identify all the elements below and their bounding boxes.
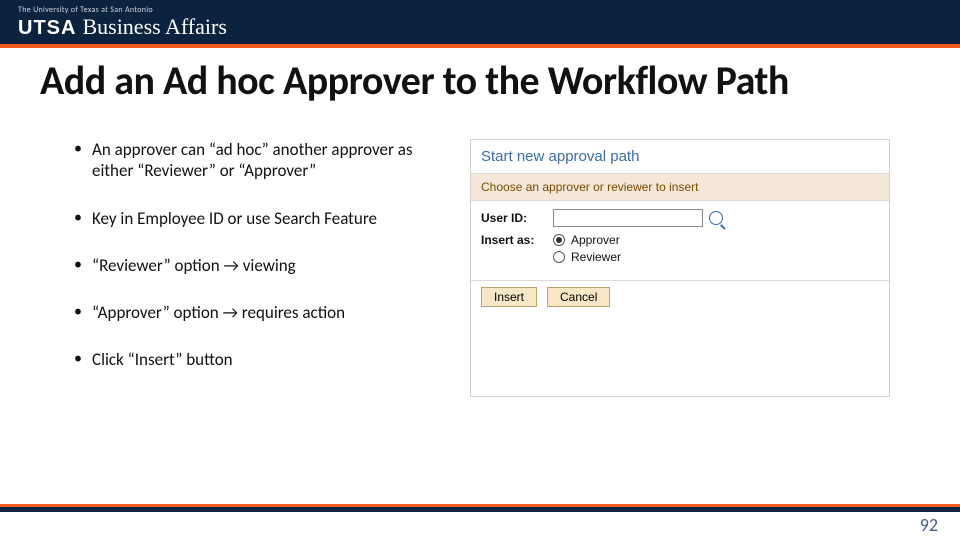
institution-name: The University of Texas at San Antonio bbox=[18, 6, 227, 14]
radio-approver[interactable]: Approver bbox=[553, 233, 621, 247]
list-item: An approver can “ad hoc” another approve… bbox=[70, 139, 450, 182]
panel-heading: Start new approval path bbox=[471, 140, 889, 174]
list-item: Click “Insert” button bbox=[70, 349, 450, 370]
page-number: 92 bbox=[920, 514, 938, 536]
slide-footer-bar bbox=[0, 504, 960, 512]
department-name: Business Affairs bbox=[82, 16, 226, 38]
panel-subheading: Choose an approver or reviewer to insert bbox=[471, 174, 889, 201]
user-id-input[interactable] bbox=[553, 209, 703, 227]
radio-label: Approver bbox=[571, 233, 620, 247]
panel-body: User ID: Insert as: Approver Reviewer bbox=[471, 201, 889, 280]
bullet-list: An approver can “ad hoc” another approve… bbox=[70, 139, 450, 397]
insert-button[interactable]: Insert bbox=[481, 287, 537, 307]
user-id-row: User ID: bbox=[481, 209, 879, 227]
insert-as-label: Insert as: bbox=[481, 233, 553, 247]
radio-label: Reviewer bbox=[571, 250, 621, 264]
radio-icon bbox=[553, 234, 565, 246]
slide-title: Add an Ad hoc Approver to the Workflow P… bbox=[0, 48, 960, 105]
slide-header: The University of Texas at San Antonio U… bbox=[0, 0, 960, 48]
radio-icon bbox=[553, 251, 565, 263]
cancel-button[interactable]: Cancel bbox=[547, 287, 610, 307]
slide-body: An approver can “ad hoc” another approve… bbox=[0, 105, 960, 397]
utsa-logo-text: UTSA bbox=[18, 18, 76, 38]
list-item: “Reviewer” option → viewing bbox=[70, 255, 450, 276]
insert-as-row: Insert as: Approver Reviewer bbox=[481, 233, 879, 264]
user-id-label: User ID: bbox=[481, 211, 553, 225]
list-item: Key in Employee ID or use Search Feature bbox=[70, 208, 450, 229]
brand: The University of Texas at San Antonio U… bbox=[18, 6, 227, 38]
radio-reviewer[interactable]: Reviewer bbox=[553, 250, 621, 264]
search-icon[interactable] bbox=[709, 211, 723, 225]
panel-buttons: Insert Cancel bbox=[471, 280, 889, 313]
approval-panel: Start new approval path Choose an approv… bbox=[470, 139, 890, 397]
list-item: “Approver” option → requires action bbox=[70, 302, 450, 323]
